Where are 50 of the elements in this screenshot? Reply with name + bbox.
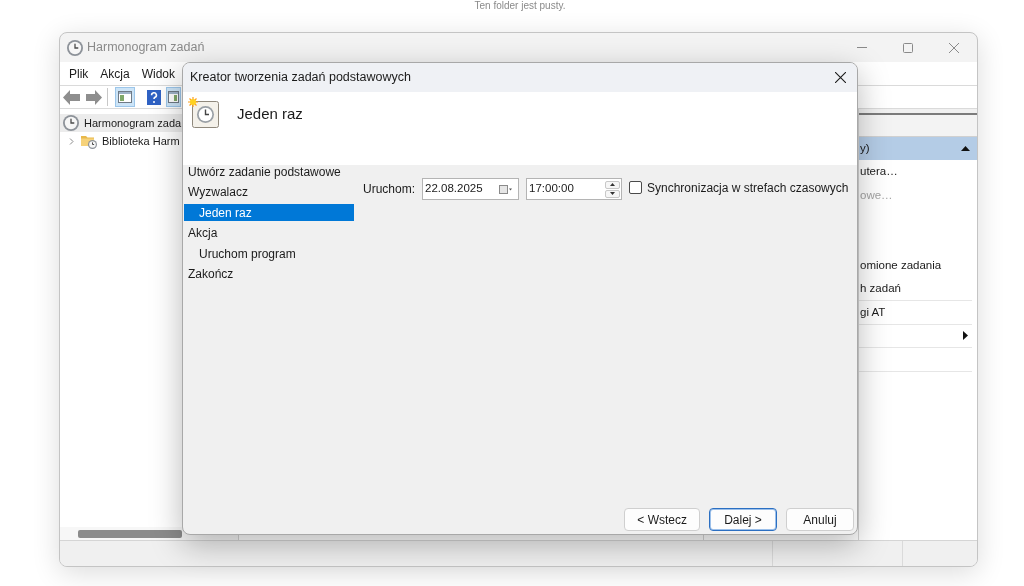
minimize-icon [857,47,867,48]
triangle-up-icon [610,183,615,186]
wizard-step: Akcja [184,224,354,242]
wizard-step: Wyzwalacz [184,183,354,201]
checkbox-label: Synchronizacja w strefach czasowych [647,180,849,197]
menu-item[interactable]: Widok [137,64,180,83]
help-button[interactable] [144,87,164,107]
clock-sparkle-icon [188,97,219,128]
maximize-icon [903,42,913,53]
sync-checkbox[interactable] [629,181,642,194]
tree-item[interactable]: Biblioteka Harm [60,132,238,150]
close-icon [949,42,959,53]
folder-clock-icon [81,133,97,149]
action-item[interactable]: utera… [859,163,898,181]
spin-up-button[interactable] [605,180,620,189]
back-arrow-icon[interactable] [63,89,80,105]
action-item[interactable]: h zadań [859,280,901,298]
wizard-step: Utwórz zadanie podstawowe [184,163,354,181]
spin-down-button[interactable] [605,189,620,198]
close-icon [834,72,846,83]
menu-item[interactable]: Akcja [96,64,134,83]
time-field[interactable]: 17:00:00 [526,178,622,200]
panel-icon [118,91,132,103]
wizard-step: Zakończ [184,265,354,283]
start-label: Uruchom: [363,181,415,198]
menu-item[interactable]: Plik [65,64,93,83]
console-tree-toggle[interactable] [115,87,135,107]
clock-icon [67,39,83,56]
scrollbar-thumb[interactable] [78,529,182,538]
wizard-step: Jeden raz [184,204,354,222]
empty-folder-message: Ten folder jest pusty. [474,0,566,11]
page-heading: Jeden raz [237,104,303,124]
window-title: Harmonogram zadań [87,39,205,57]
caret-right-icon[interactable] [963,331,968,341]
wizard-step: Uruchom program [184,245,354,263]
date-field[interactable]: 22.08.2025 [422,178,519,200]
action-pane-toggle[interactable] [166,87,181,107]
triangle-down-icon [610,192,615,195]
calendar-dropdown-icon[interactable] [499,184,512,194]
dialog-button[interactable]: < Wstecz [624,508,700,531]
action-item[interactable]: gi AT [859,303,886,321]
action-item[interactable]: omione zadania [859,257,942,275]
dialog-title: Kreator tworzenia zadań podstawowych [190,69,411,87]
dialog-button[interactable]: Dalej > [709,508,777,531]
dialog-button[interactable]: Anuluj [786,508,854,531]
clock-icon [63,115,79,131]
panel-icon [168,91,179,103]
forward-arrow-icon[interactable] [86,89,102,105]
actions-section-header[interactable]: y) [859,137,977,160]
help-icon [147,89,161,105]
